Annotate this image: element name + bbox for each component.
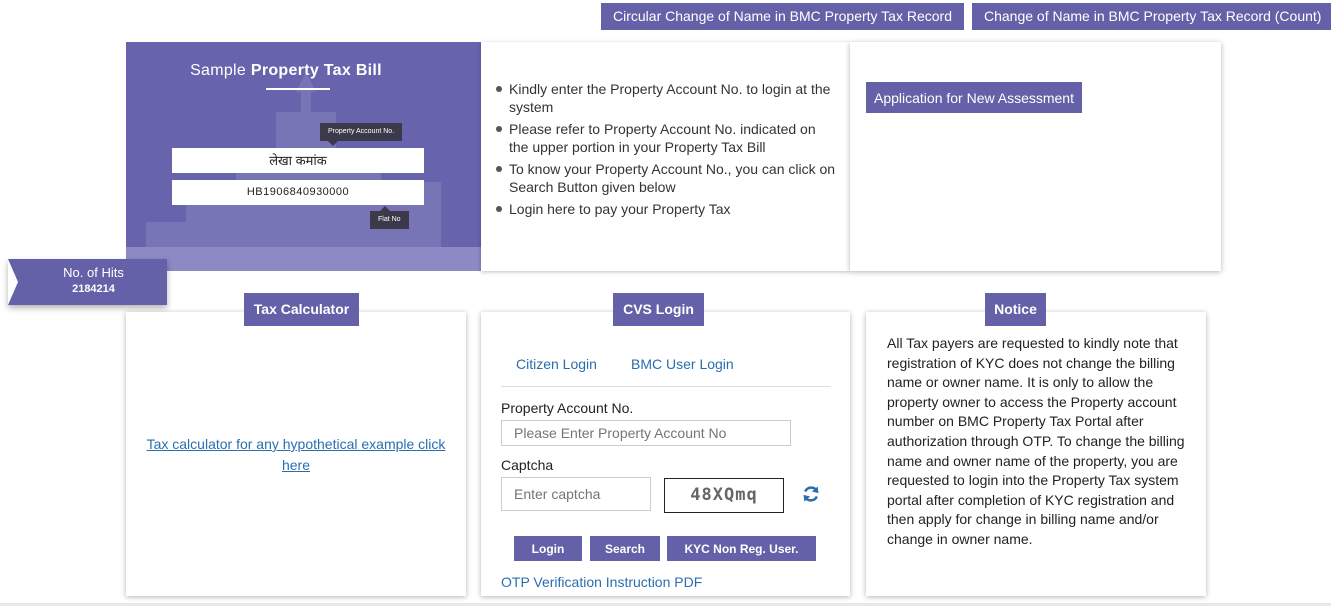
property-account-input[interactable] xyxy=(501,420,791,446)
sample-field-label: लेखा कमांक xyxy=(172,148,424,173)
tax-calculator-card: Tax calculator for any hypothetical exam… xyxy=(126,312,466,596)
login-instructions: Kindly enter the Property Account No. to… xyxy=(481,42,850,271)
tab-bmc-user-login[interactable]: BMC User Login xyxy=(631,356,734,372)
refresh-icon[interactable] xyxy=(801,484,821,504)
title-underline xyxy=(266,88,330,90)
kyc-non-reg-button[interactable]: KYC Non Reg. User. xyxy=(667,536,816,561)
tab-citizen-login[interactable]: Citizen Login xyxy=(516,356,597,372)
instruction-item: Kindly enter the Property Account No. to… xyxy=(495,80,836,116)
change-name-count-button[interactable]: Change of Name in BMC Property Tax Recor… xyxy=(972,3,1331,30)
assessment-card: Application for New Assessment xyxy=(850,42,1221,271)
notice-text: All Tax payers are requested to kindly n… xyxy=(887,335,1185,547)
captcha-input[interactable] xyxy=(501,477,651,511)
instruction-item: Please refer to Property Account No. ind… xyxy=(495,120,836,156)
cvs-login-card: Citizen Login BMC User Login Property Ac… xyxy=(481,312,850,596)
circular-change-name-button[interactable]: Circular Change of Name in BMC Property … xyxy=(601,3,964,30)
sample-bill-title: Sample Property Tax Bill xyxy=(190,62,382,79)
sample-bill-image: Sample Property Tax Bill Property Accoun… xyxy=(126,42,481,271)
cvs-login-title: CVS Login xyxy=(613,293,704,326)
captcha-label: Captcha xyxy=(501,457,554,473)
captcha-image: 48XQmq xyxy=(664,478,784,513)
property-account-label: Property Account No. xyxy=(501,400,634,416)
flat-no-tag: Flat No xyxy=(370,206,409,229)
instruction-item: To know your Property Account No., you c… xyxy=(495,160,836,196)
instruction-item: Login here to pay your Property Tax xyxy=(495,200,836,218)
notice-title: Notice xyxy=(985,293,1046,326)
account-no-tag: Property Account No. xyxy=(320,123,403,146)
hits-label: No. of Hits xyxy=(63,265,124,280)
hits-count: 2184214 xyxy=(72,283,115,295)
login-button[interactable]: Login xyxy=(514,536,582,561)
otp-instruction-link[interactable]: OTP Verification Instruction PDF xyxy=(501,574,702,590)
login-tabs: Citizen Login BMC User Login xyxy=(501,356,831,387)
tax-calculator-link[interactable]: Tax calculator for any hypothetical exam… xyxy=(126,434,466,476)
notice-card: All Tax payers are requested to kindly n… xyxy=(866,312,1206,596)
search-button[interactable]: Search xyxy=(590,536,660,561)
hits-counter: No. of Hits 2184214 xyxy=(8,259,167,305)
tax-calculator-title: Tax Calculator xyxy=(244,293,359,326)
sample-account-number: HB1906840930000 xyxy=(172,180,424,205)
new-assessment-button[interactable]: Application for New Assessment xyxy=(866,82,1082,113)
